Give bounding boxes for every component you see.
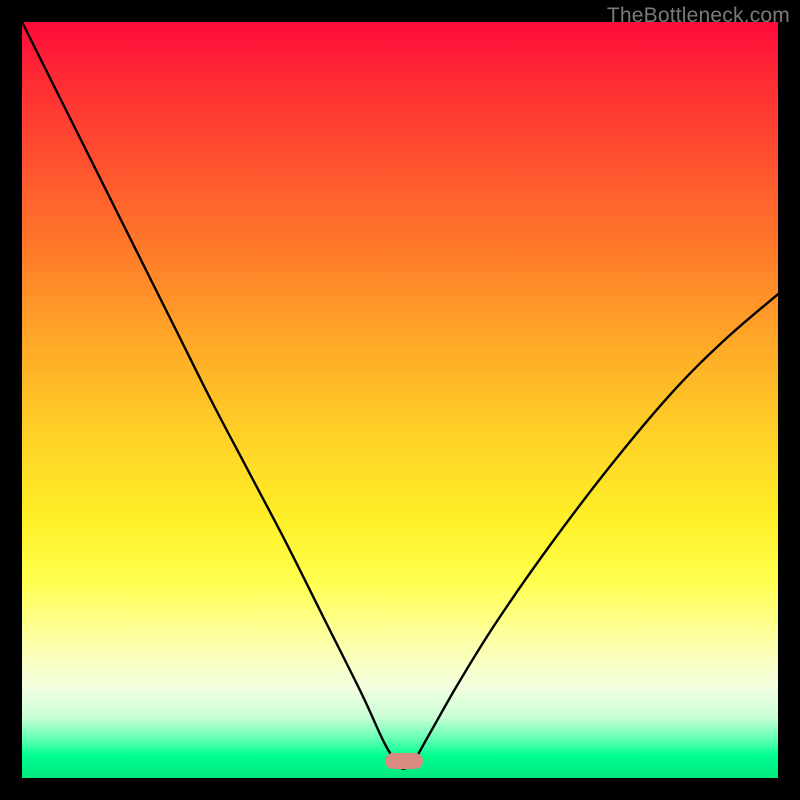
plot-area xyxy=(22,22,778,778)
chart-frame: TheBottleneck.com xyxy=(0,0,800,800)
watermark-text: TheBottleneck.com xyxy=(607,4,790,28)
minimum-marker xyxy=(385,753,423,769)
bottleneck-curve xyxy=(22,22,778,778)
